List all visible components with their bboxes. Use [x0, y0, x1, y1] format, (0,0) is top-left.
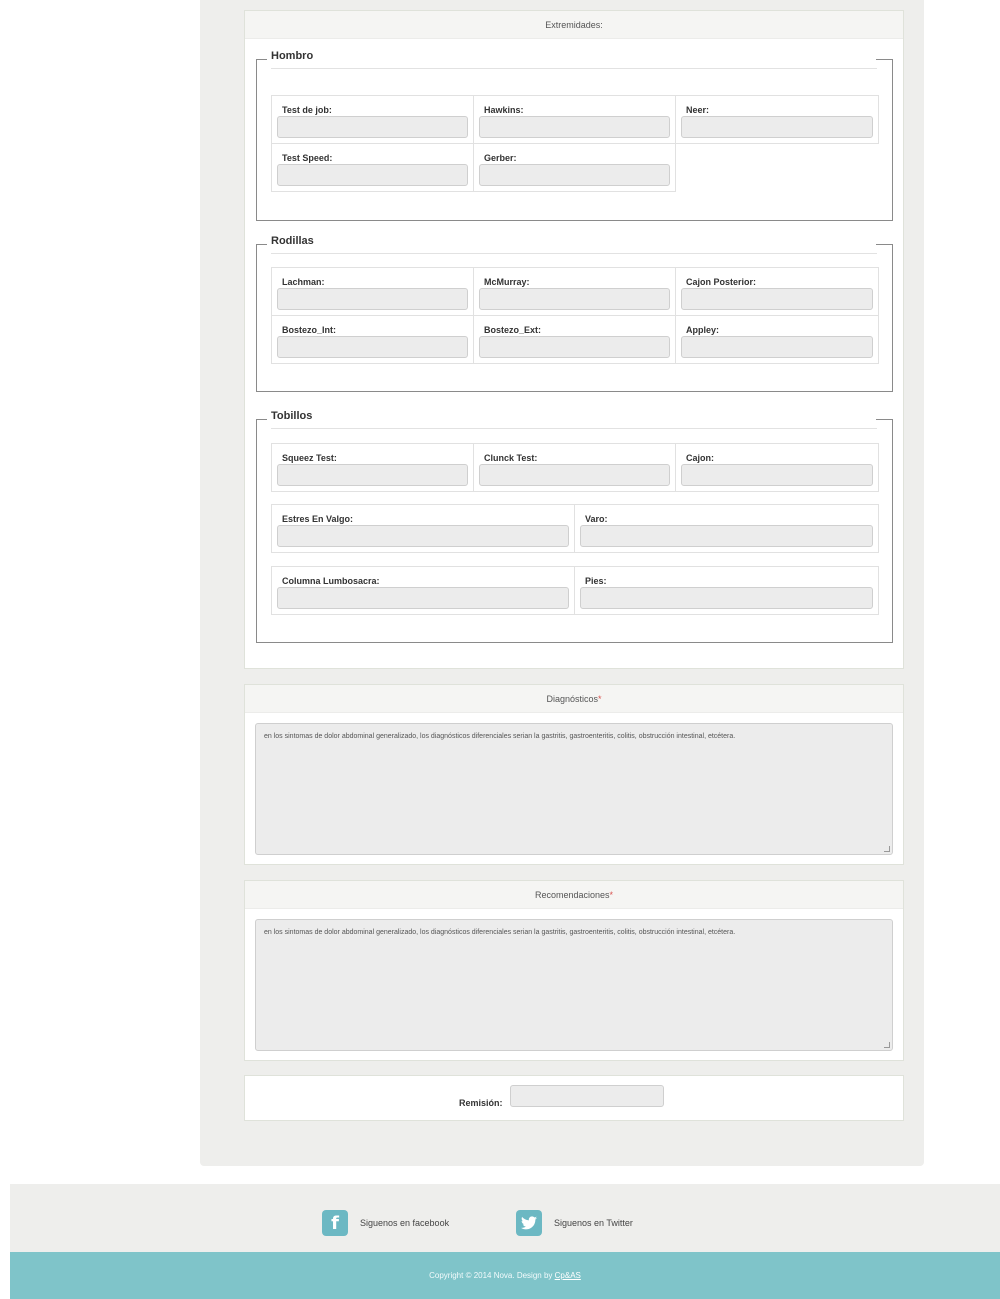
social-footer: f Siguenos en facebook Siguenos en Twitt… [10, 1184, 1000, 1252]
neer-input[interactable] [681, 116, 873, 138]
varo-input[interactable] [580, 525, 873, 547]
cajon-input[interactable] [681, 464, 873, 486]
gerber-input[interactable] [479, 164, 670, 186]
field-label: Estres En Valgo: [282, 514, 354, 524]
bostezo-int-input[interactable] [277, 336, 468, 358]
resize-handle-icon[interactable] [884, 846, 890, 852]
designer-link[interactable]: Cp&AS [555, 1271, 581, 1280]
pies-input[interactable] [580, 587, 873, 609]
hombro-legend: Hombro [271, 50, 314, 62]
rodillas-fieldset: Rodillas Lachman: McMurray: Cajon Poster… [256, 235, 893, 392]
diagnosticos-title: Diagnósticos [546, 694, 598, 704]
field-test-de-job: Test de job: [272, 96, 474, 144]
field-label: Appley: [686, 325, 720, 335]
extremidades-panel: Extremidades: Hombro Test de job: Hawkin… [244, 10, 904, 669]
tobillos-grid-2: Estres En Valgo: Varo: [271, 504, 879, 553]
field-cajon-posterior: Cajon Posterior: [676, 268, 878, 316]
remision-input[interactable] [510, 1085, 664, 1107]
field-label: Clunck Test: [484, 453, 538, 463]
field-test-speed: Test Speed: [272, 144, 474, 192]
tobillos-grid-1: Squeez Test: Clunck Test: Cajon: [271, 443, 879, 492]
field-cajon: Cajon: [676, 444, 878, 492]
field-squeez-test: Squeez Test: [272, 444, 474, 492]
recomendaciones-panel: Recomendaciones* en los sintomas de dolo… [244, 880, 904, 1061]
field-bostezo-int: Bostezo_Int: [272, 316, 474, 364]
required-mark: * [598, 694, 602, 704]
recomendaciones-heading: Recomendaciones* [245, 881, 903, 909]
lachman-input[interactable] [277, 288, 468, 310]
twitter-link[interactable]: Siguenos en Twitter [516, 1210, 633, 1236]
test-speed-input[interactable] [277, 164, 468, 186]
diagnosticos-textarea[interactable]: en los sintomas de dolor abdominal gener… [255, 723, 893, 855]
field-label: Lachman: [282, 277, 325, 287]
field-label: Varo: [585, 514, 608, 524]
tobillos-legend: Tobillos [271, 410, 313, 422]
required-mark: * [609, 890, 614, 900]
field-label: Bostezo_Int: [282, 325, 336, 335]
estres-en-valgo-input[interactable] [277, 525, 569, 547]
recomendaciones-textarea[interactable]: en los sintomas de dolor abdominal gener… [255, 919, 893, 1051]
facebook-label: Siguenos en facebook [360, 1218, 450, 1228]
recomendaciones-text: en los sintomas de dolor abdominal gener… [264, 929, 736, 936]
field-gerber: Gerber: [474, 144, 676, 192]
columna-lumbosacra-input[interactable] [277, 587, 569, 609]
hawkins-input[interactable] [479, 116, 670, 138]
field-label: Gerber: [484, 153, 517, 163]
tobillos-fieldset: Tobillos Squeez Test: Clunck Test: Cajon… [256, 410, 893, 643]
copyright-text: Copyright © 2014 Nova. Design by [429, 1271, 553, 1280]
field-label: Neer: [686, 105, 710, 115]
facebook-icon: f [322, 1210, 348, 1236]
form-container: Extremidades: Hombro Test de job: Hawkin… [200, 0, 924, 1166]
test-de-job-input[interactable] [277, 116, 468, 138]
field-lachman: Lachman: [272, 268, 474, 316]
field-label: Cajon: [686, 453, 714, 463]
copyright-bar: Copyright © 2014 Nova. Design by Cp&AS [10, 1252, 1000, 1299]
field-label: Hawkins: [484, 105, 524, 115]
remision-label: Remisión: [459, 1098, 503, 1108]
field-mcmurray: McMurray: [474, 268, 676, 316]
field-pies: Pies: [575, 567, 878, 615]
field-neer: Neer: [676, 96, 878, 144]
rodillas-legend: Rodillas [271, 235, 314, 247]
extremidades-heading: Extremidades: [245, 11, 903, 39]
mcmurray-input[interactable] [479, 288, 670, 310]
field-label: Cajon Posterior: [686, 277, 757, 287]
field-label: Columna Lumbosacra: [282, 576, 380, 586]
hombro-grid: Test de job: Hawkins: Neer: Test Speed: … [271, 95, 880, 193]
field-clunck-test: Clunck Test: [474, 444, 676, 492]
cajon-posterior-input[interactable] [681, 288, 873, 310]
field-estres-en-valgo: Estres En Valgo: [272, 505, 575, 553]
field-label: Test de job: [282, 105, 332, 115]
field-label: Test Speed: [282, 153, 333, 163]
twitter-label: Siguenos en Twitter [554, 1218, 633, 1228]
facebook-link[interactable]: f Siguenos en facebook [322, 1210, 449, 1236]
field-label: Squeez Test: [282, 453, 337, 463]
field-varo: Varo: [575, 505, 878, 553]
field-label: McMurray: [484, 277, 530, 287]
field-bostezo-ext: Bostezo_Ext: [474, 316, 676, 364]
diagnosticos-text: en los sintomas de dolor abdominal gener… [264, 733, 736, 740]
twitter-icon [516, 1210, 542, 1236]
hombro-fieldset: Hombro Test de job: Hawkins: Neer: Test … [256, 50, 893, 221]
diagnosticos-panel: Diagnósticos* en los sintomas de dolor a… [244, 684, 904, 865]
diagnosticos-heading: Diagnósticos* [245, 685, 903, 713]
field-appley: Appley: [676, 316, 878, 364]
field-columna-lumbosacra: Columna Lumbosacra: [272, 567, 575, 615]
rodillas-grid: Lachman: McMurray: Cajon Posterior: Bost… [271, 267, 879, 364]
squeez-test-input[interactable] [277, 464, 468, 486]
appley-input[interactable] [681, 336, 873, 358]
recomendaciones-title: Recomendaciones [534, 890, 610, 900]
resize-handle-icon[interactable] [884, 1042, 890, 1048]
tobillos-grid-3: Columna Lumbosacra: Pies: [271, 566, 879, 615]
remision-panel: Remisión: [244, 1075, 904, 1121]
field-label: Pies: [585, 576, 607, 586]
field-label: Bostezo_Ext: [484, 325, 542, 335]
field-hawkins: Hawkins: [474, 96, 676, 144]
bostezo-ext-input[interactable] [479, 336, 670, 358]
clunck-test-input[interactable] [479, 464, 670, 486]
